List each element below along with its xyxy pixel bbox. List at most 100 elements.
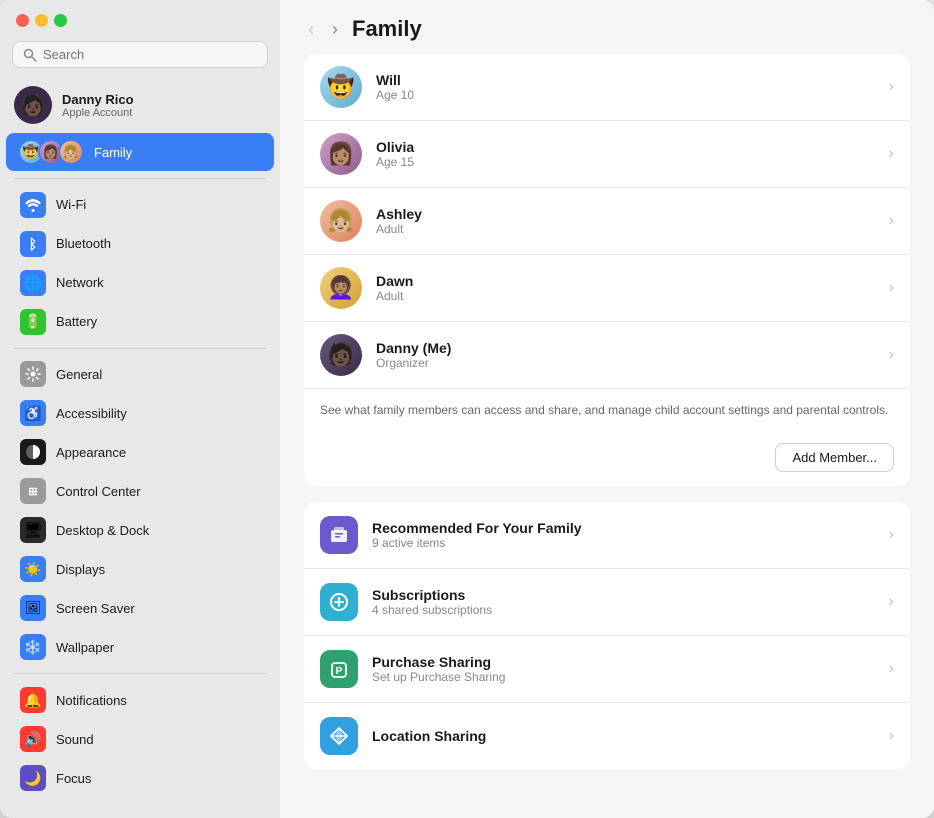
member-info-will: Will Age 10: [376, 72, 875, 102]
screen-saver-icon: 🖼: [20, 595, 46, 621]
member-row-will[interactable]: 🤠 Will Age 10 ›: [304, 54, 910, 121]
member-row-dawn[interactable]: 👩🏽‍🦱 Dawn Adult ›: [304, 255, 910, 322]
feature-name-recommended: Recommended For Your Family: [372, 520, 875, 536]
sidebar-item-notifications[interactable]: 🔔 Notifications: [6, 681, 274, 719]
member-info-ashley: Ashley Adult: [376, 206, 875, 236]
accessibility-icon: ♿: [20, 400, 46, 426]
member-row-ashley[interactable]: 👧🏼 Ashley Adult ›: [304, 188, 910, 255]
feature-name-subscriptions: Subscriptions: [372, 587, 875, 603]
member-row-danny[interactable]: 🧑🏿 Danny (Me) Organizer ›: [304, 322, 910, 389]
sidebar-item-family[interactable]: 🤠 👩🏽 👧🏼 Family: [6, 133, 274, 171]
member-row-olivia[interactable]: 👩🏽 Olivia Age 15 ›: [304, 121, 910, 188]
sidebar-item-sound[interactable]: 🔊 Sound: [6, 720, 274, 758]
forward-button[interactable]: ›: [328, 17, 342, 42]
sidebar-label-wifi: Wi-Fi: [56, 197, 86, 212]
sidebar-label-bluetooth: Bluetooth: [56, 236, 111, 251]
member-info-olivia: Olivia Age 15: [376, 139, 875, 169]
member-name-danny: Danny (Me): [376, 340, 875, 356]
feature-name-location-sharing: Location Sharing: [372, 728, 875, 744]
sidebar-item-network[interactable]: 🌐 Network: [6, 264, 274, 302]
member-avatar-ashley: 👧🏼: [320, 200, 362, 242]
fullscreen-button[interactable]: [54, 14, 67, 27]
add-member-button[interactable]: Add Member...: [775, 443, 894, 472]
feature-row-subscriptions[interactable]: Subscriptions 4 shared subscriptions ›: [304, 569, 910, 636]
search-input[interactable]: [43, 47, 257, 62]
member-name-ashley: Ashley: [376, 206, 875, 222]
member-info-dawn: Dawn Adult: [376, 273, 875, 303]
notifications-icon: 🔔: [20, 687, 46, 713]
desktop-dock-icon: 🖥: [20, 517, 46, 543]
sidebar-section-connectivity: Wi-Fi ᛒ Bluetooth 🌐 Network 🔋 Battery: [0, 185, 280, 342]
sidebar-item-bluetooth[interactable]: ᛒ Bluetooth: [6, 225, 274, 263]
wifi-icon: [20, 192, 46, 218]
sidebar-label-sound: Sound: [56, 732, 94, 747]
sidebar-item-battery[interactable]: 🔋 Battery: [6, 303, 274, 341]
sidebar-item-appearance[interactable]: Appearance: [6, 433, 274, 471]
sidebar-item-accessibility[interactable]: ♿ Accessibility: [6, 394, 274, 432]
account-section[interactable]: 🧑🏿 Danny Rico Apple Account: [0, 78, 280, 132]
sidebar-item-control-center[interactable]: ⊞ Control Center: [6, 472, 274, 510]
sound-icon: 🔊: [20, 726, 46, 752]
feature-info-recommended: Recommended For Your Family 9 active ite…: [372, 520, 875, 550]
divider-3: [14, 673, 266, 674]
sidebar-item-screen-saver[interactable]: 🖼 Screen Saver: [6, 589, 274, 627]
member-avatar-olivia: 👩🏽: [320, 133, 362, 175]
member-sub-ashley: Adult: [376, 222, 875, 236]
member-sub-danny: Organizer: [376, 356, 875, 370]
member-sub-dawn: Adult: [376, 289, 875, 303]
search-icon: [23, 48, 37, 62]
account-subtitle: Apple Account: [62, 107, 134, 119]
sidebar-item-desktop-dock[interactable]: 🖥 Desktop & Dock: [6, 511, 274, 549]
feature-row-purchase-sharing[interactable]: P Purchase Sharing Set up Purchase Shari…: [304, 636, 910, 703]
sidebar-item-wallpaper[interactable]: ❄️ Wallpaper: [6, 628, 274, 666]
sidebar-label-wallpaper: Wallpaper: [56, 640, 114, 655]
sidebar-label-displays: Displays: [56, 562, 105, 577]
feature-row-location-sharing[interactable]: Location Sharing ›: [304, 703, 910, 769]
sidebar-item-wifi[interactable]: Wi-Fi: [6, 186, 274, 224]
family-avatar-ashley: 👧🏼: [58, 139, 84, 165]
sidebar-item-focus[interactable]: 🌙 Focus: [6, 759, 274, 797]
member-sub-olivia: Age 15: [376, 155, 875, 169]
displays-icon: ☀️: [20, 556, 46, 582]
purchase-sharing-icon: P: [320, 650, 358, 688]
content-area: 🤠 Will Age 10 › 👩🏽 Olivia Age 15 ›: [280, 54, 934, 793]
close-button[interactable]: [16, 14, 29, 27]
back-button[interactable]: ‹: [304, 17, 318, 42]
subscriptions-icon: [320, 583, 358, 621]
window: 🧑🏿 Danny Rico Apple Account 🤠 👩🏽 👧🏼 Fami…: [0, 0, 934, 818]
sidebar-section-system: General ♿ Accessibility Appearance ⊞ Con…: [0, 354, 280, 667]
minimize-button[interactable]: [35, 14, 48, 27]
appearance-icon: [20, 439, 46, 465]
titlebar: [0, 0, 280, 35]
feature-row-recommended[interactable]: Recommended For Your Family 9 active ite…: [304, 502, 910, 569]
feature-sub-recommended: 9 active items: [372, 536, 875, 550]
sidebar-label-screen-saver: Screen Saver: [56, 601, 135, 616]
member-sub-will: Age 10: [376, 88, 875, 102]
chevron-right-icon: ›: [889, 593, 894, 611]
family-members-card: 🤠 Will Age 10 › 👩🏽 Olivia Age 15 ›: [304, 54, 910, 486]
general-icon: [20, 361, 46, 387]
feature-info-location-sharing: Location Sharing: [372, 728, 875, 744]
account-info: Danny Rico Apple Account: [62, 92, 134, 119]
member-name-will: Will: [376, 72, 875, 88]
sidebar-label-network: Network: [56, 275, 104, 290]
focus-icon: 🌙: [20, 765, 46, 791]
sidebar-label-general: General: [56, 367, 102, 382]
sidebar-label-notifications: Notifications: [56, 693, 127, 708]
battery-icon: 🔋: [20, 309, 46, 335]
page-title: Family: [352, 16, 422, 42]
member-info-danny: Danny (Me) Organizer: [376, 340, 875, 370]
feature-info-purchase-sharing: Purchase Sharing Set up Purchase Sharing: [372, 654, 875, 684]
chevron-right-icon: ›: [889, 660, 894, 678]
svg-text:P: P: [336, 666, 343, 677]
sidebar-item-general[interactable]: General: [6, 355, 274, 393]
sidebar-item-displays[interactable]: ☀️ Displays: [6, 550, 274, 588]
search-bar[interactable]: [12, 41, 268, 68]
control-center-icon: ⊞: [20, 478, 46, 504]
chevron-right-icon: ›: [889, 145, 894, 163]
divider-2: [14, 348, 266, 349]
features-card: Recommended For Your Family 9 active ite…: [304, 502, 910, 769]
member-avatar-dawn: 👩🏽‍🦱: [320, 267, 362, 309]
avatar: 🧑🏿: [14, 86, 52, 124]
chevron-right-icon: ›: [889, 727, 894, 745]
